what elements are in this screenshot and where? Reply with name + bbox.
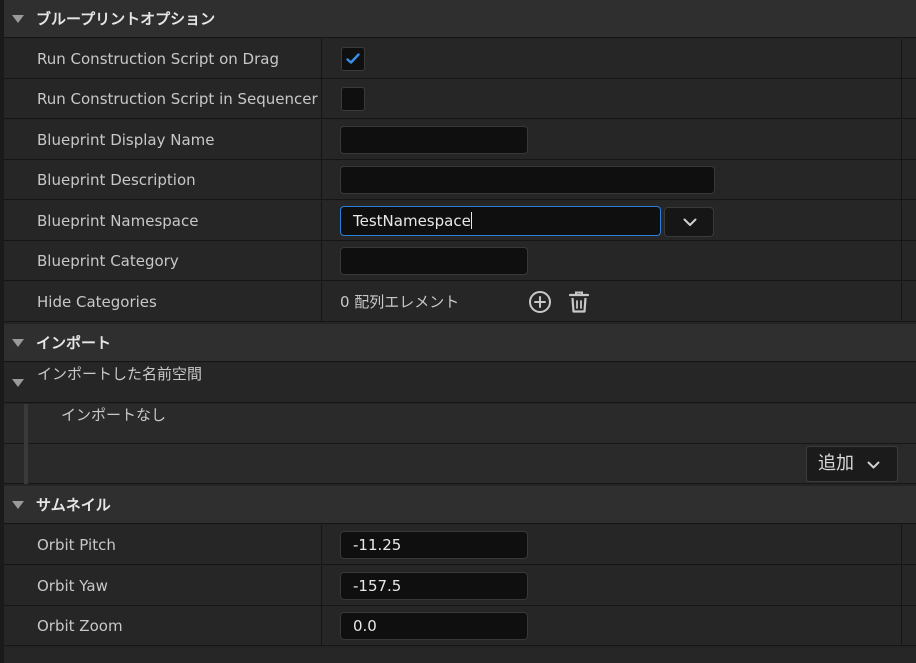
- property-row-display-name: Blueprint Display Name: [4, 120, 916, 160]
- column-divider[interactable]: [321, 201, 322, 241]
- add-circle-icon: [529, 291, 551, 313]
- property-label: Orbit Yaw: [37, 577, 108, 595]
- collapse-triangle-icon[interactable]: [12, 338, 24, 347]
- column-divider: [901, 39, 902, 79]
- column-divider: [901, 79, 902, 119]
- column-divider: [901, 160, 902, 200]
- orbit-yaw-input[interactable]: -157.5: [340, 572, 528, 600]
- section-header-imports[interactable]: インポート: [4, 324, 916, 362]
- indent-bar: [24, 404, 28, 444]
- property-label: Blueprint Display Name: [37, 131, 215, 149]
- section-header-thumbnail[interactable]: サムネイル: [4, 486, 916, 524]
- column-divider: [901, 566, 902, 606]
- property-row-namespace: Blueprint Namespace TestNamespace: [4, 201, 916, 241]
- property-row-orbit-pitch: Orbit Pitch -11.25: [4, 525, 916, 565]
- property-row-hide-categories: Hide Categories 0 配列エレメント: [4, 282, 916, 322]
- column-divider[interactable]: [321, 39, 322, 79]
- column-divider[interactable]: [321, 120, 322, 160]
- imported-namespaces-empty-row: インポートなし: [4, 404, 916, 444]
- column-divider: [901, 120, 902, 160]
- column-divider[interactable]: [321, 160, 322, 200]
- no-imports-text: インポートなし: [61, 406, 167, 424]
- property-label: Hide Categories: [37, 293, 157, 311]
- column-divider[interactable]: [321, 282, 322, 322]
- array-count-text: 0 配列エレメント: [340, 293, 460, 311]
- column-divider: [901, 606, 902, 646]
- property-row-run-in-sequencer: Run Construction Script in Sequencer: [4, 79, 916, 119]
- run-on-drag-checkbox[interactable]: [341, 47, 365, 71]
- property-label: Blueprint Description: [37, 171, 196, 189]
- chevron-down-icon: [867, 461, 880, 469]
- add-import-label: 追加: [818, 453, 854, 474]
- display-name-input[interactable]: [340, 126, 528, 154]
- panel-bottom-fill: [4, 648, 916, 663]
- property-label: Orbit Pitch: [37, 536, 116, 554]
- orbit-zoom-input[interactable]: 0.0: [340, 612, 528, 640]
- category-input[interactable]: [340, 247, 528, 275]
- description-input[interactable]: [340, 166, 715, 194]
- indent-bar: [24, 444, 28, 484]
- collapse-triangle-icon[interactable]: [12, 379, 24, 387]
- text-caret: [470, 212, 472, 229]
- column-divider: [901, 241, 902, 281]
- column-divider[interactable]: [321, 79, 322, 119]
- section-header-blueprint-options[interactable]: ブループリントオプション: [4, 0, 916, 38]
- run-in-sequencer-checkbox[interactable]: [341, 87, 365, 111]
- section-title: インポート: [36, 334, 112, 352]
- property-row-orbit-zoom: Orbit Zoom 0.0: [4, 606, 916, 646]
- property-label: Blueprint Namespace: [37, 212, 199, 230]
- namespace-input[interactable]: TestNamespace: [340, 206, 661, 236]
- details-panel: ブループリントオプション Run Construction Script on …: [4, 0, 916, 663]
- add-import-button[interactable]: 追加: [806, 446, 898, 482]
- add-element-button[interactable]: [528, 290, 552, 314]
- collapse-triangle-icon[interactable]: [12, 500, 24, 509]
- property-row-category: Blueprint Category: [4, 241, 916, 281]
- property-row-description: Blueprint Description: [4, 160, 916, 200]
- column-divider: [901, 282, 902, 322]
- property-label: Blueprint Category: [37, 252, 179, 270]
- property-label: Run Construction Script on Drag: [37, 50, 279, 68]
- namespace-dropdown-button[interactable]: [664, 207, 714, 237]
- column-divider[interactable]: [321, 566, 322, 606]
- section-title: ブループリントオプション: [36, 10, 216, 28]
- column-divider[interactable]: [321, 525, 322, 565]
- clear-elements-button[interactable]: [567, 290, 591, 314]
- chevron-down-icon: [683, 218, 697, 226]
- section-title: サムネイル: [36, 496, 111, 514]
- collapse-triangle-icon[interactable]: [12, 14, 24, 23]
- property-row-orbit-yaw: Orbit Yaw -157.5: [4, 566, 916, 606]
- property-label: Orbit Zoom: [37, 617, 123, 635]
- imports-add-row: 追加: [4, 444, 916, 484]
- imported-namespaces-header[interactable]: インポートした名前空間: [4, 363, 916, 403]
- column-divider[interactable]: [321, 241, 322, 281]
- imported-namespaces-label: インポートした名前空間: [37, 365, 203, 383]
- property-row-run-on-drag: Run Construction Script on Drag: [4, 39, 916, 79]
- checkmark-icon: [346, 53, 360, 64]
- column-divider[interactable]: [321, 606, 322, 646]
- property-label: Run Construction Script in Sequencer: [37, 90, 318, 108]
- column-divider: [901, 525, 902, 565]
- namespace-value: TestNamespace: [353, 212, 471, 230]
- trash-icon: [568, 291, 590, 313]
- column-divider: [901, 201, 902, 241]
- orbit-pitch-input[interactable]: -11.25: [340, 531, 528, 559]
